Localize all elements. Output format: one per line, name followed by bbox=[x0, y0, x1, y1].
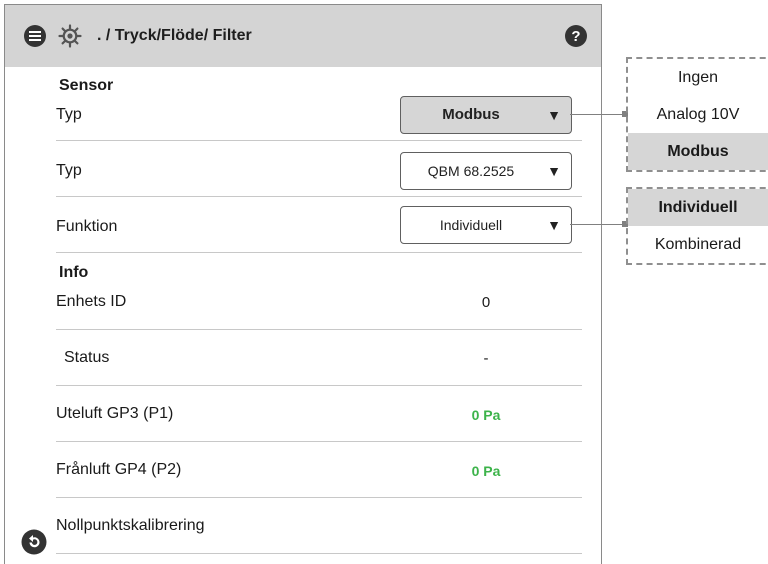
function-dropdown[interactable]: Individuell ▼ bbox=[400, 206, 572, 244]
svg-text:?: ? bbox=[571, 28, 580, 45]
section-heading-sensor: Sensor bbox=[59, 77, 114, 94]
page-title: . / Tryck/Flöde/ Filter bbox=[97, 27, 252, 44]
function-label: Funktion bbox=[56, 218, 118, 235]
outdoor-air-pressure-value: 0 Pa bbox=[471, 407, 501, 423]
connector-line bbox=[570, 114, 626, 115]
dropdown-value: Individuell bbox=[439, 217, 503, 233]
option-kombinerad[interactable]: Kombinerad bbox=[628, 226, 768, 263]
menu-icon[interactable] bbox=[23, 24, 47, 48]
sensor-type-label: Typ bbox=[56, 106, 82, 123]
status-label: Status bbox=[64, 349, 110, 366]
sensor-model-dropdown[interactable]: QBM 68.2525 ▼ bbox=[400, 152, 572, 190]
row-divider bbox=[56, 553, 582, 554]
option-individuell[interactable]: Individuell bbox=[628, 189, 768, 226]
outdoor-air-pressure-label: Uteluft GP3 (P1) bbox=[56, 405, 174, 422]
exhaust-air-pressure-label: Frånluft GP4 (P2) bbox=[56, 461, 182, 478]
row-divider bbox=[56, 441, 582, 442]
row-divider bbox=[56, 252, 582, 253]
connector-line bbox=[570, 224, 626, 225]
settings-panel: . / Tryck/Flöde/ Filter ? Sensor Typ Mod… bbox=[4, 4, 602, 564]
sensor-model-label: Typ bbox=[56, 162, 82, 179]
row-divider bbox=[56, 385, 582, 386]
option-ingen[interactable]: Ingen bbox=[628, 59, 768, 96]
dropdown-arrow-icon: ▼ bbox=[547, 107, 561, 123]
help-icon[interactable]: ? bbox=[564, 24, 588, 48]
gear-icon[interactable] bbox=[58, 24, 82, 48]
row-divider bbox=[56, 497, 582, 498]
function-options-list: Individuell Kombinerad bbox=[626, 187, 768, 265]
zero-point-calibration-item[interactable]: Nollpunktskalibrering bbox=[56, 517, 205, 535]
row-divider bbox=[56, 196, 582, 197]
dropdown-value: QBM 68.2525 bbox=[427, 163, 515, 179]
status-value: - bbox=[483, 350, 489, 367]
header-bar: . / Tryck/Flöde/ Filter ? bbox=[5, 5, 601, 67]
device-id-value: 0 bbox=[481, 294, 491, 311]
dropdown-arrow-icon: ▼ bbox=[547, 163, 561, 179]
option-modbus[interactable]: Modbus bbox=[628, 133, 768, 170]
device-id-label: Enhets ID bbox=[56, 293, 127, 310]
type-options-list: Ingen Analog 10V Modbus bbox=[626, 57, 768, 172]
dropdown-arrow-icon: ▼ bbox=[547, 217, 561, 233]
back-icon[interactable] bbox=[21, 529, 47, 555]
row-divider bbox=[56, 329, 582, 330]
exhaust-air-pressure-value: 0 Pa bbox=[471, 463, 501, 479]
dropdown-value: Modbus bbox=[442, 106, 500, 123]
section-heading-info: Info bbox=[59, 264, 89, 281]
row-divider bbox=[56, 140, 582, 141]
option-analog-10v[interactable]: Analog 10V bbox=[628, 96, 768, 133]
sensor-type-dropdown[interactable]: Modbus ▼ bbox=[400, 96, 572, 134]
